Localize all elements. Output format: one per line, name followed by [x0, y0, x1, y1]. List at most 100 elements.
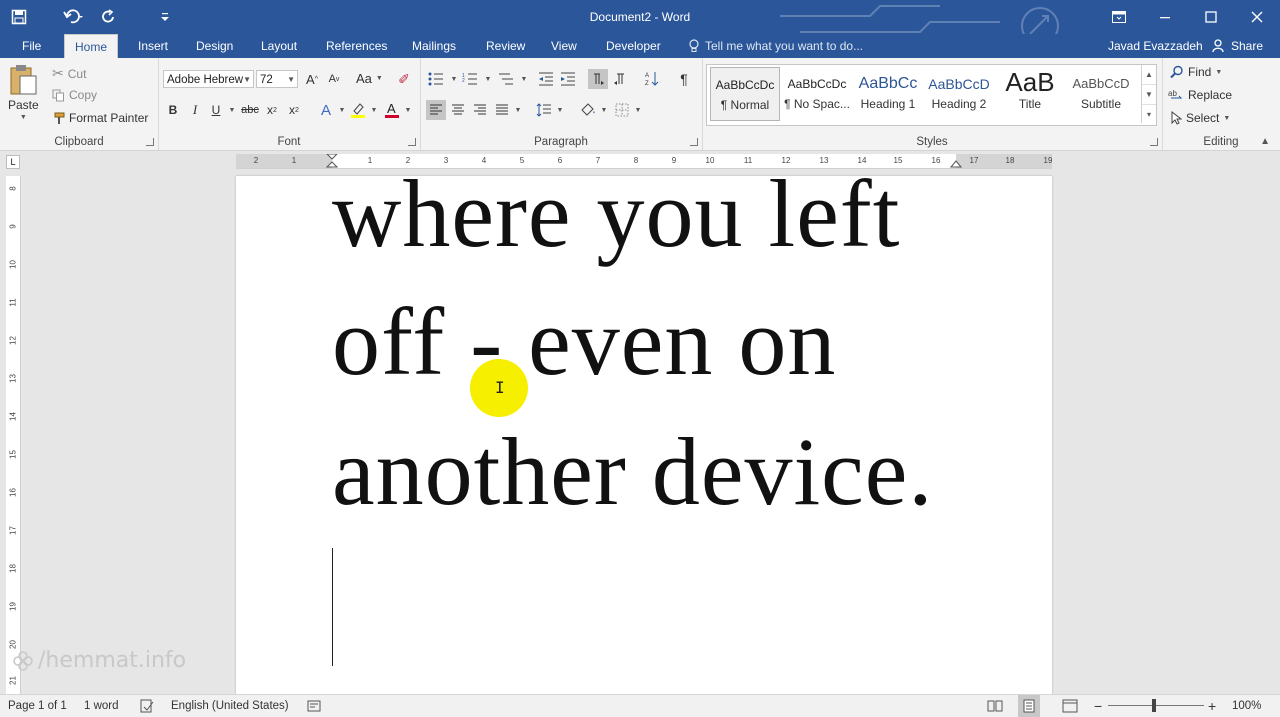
ribbon-display-options-icon[interactable]: [1096, 0, 1142, 34]
zoom-slider[interactable]: [1108, 705, 1204, 706]
align-left-icon[interactable]: [426, 100, 446, 120]
style-normal[interactable]: AaBbCcDc ¶ Normal: [710, 67, 780, 121]
macro-recording-icon[interactable]: [307, 695, 321, 717]
window-controls: [1096, 0, 1280, 34]
web-layout-icon[interactable]: [1062, 695, 1078, 717]
read-mode-icon[interactable]: [987, 695, 1003, 717]
subscript-icon[interactable]: x2: [262, 100, 282, 120]
zoom-slider-handle[interactable]: [1152, 699, 1156, 712]
language-indicator[interactable]: English (United States): [171, 695, 289, 717]
chevron-down-icon[interactable]: ▼: [478, 69, 498, 89]
italic-icon[interactable]: I: [185, 100, 205, 120]
indent-marker-icon[interactable]: [326, 154, 338, 168]
superscript-icon[interactable]: x2: [284, 100, 304, 120]
document-page[interactable]: where you left off - even on another dev…: [236, 176, 1052, 696]
collapse-ribbon-icon[interactable]: ▲: [1260, 136, 1270, 147]
tab-references[interactable]: References: [316, 34, 397, 58]
chevron-down-icon[interactable]: ▼: [514, 69, 534, 89]
paste-button[interactable]: Paste ▼: [8, 64, 39, 121]
zoom-level[interactable]: 100%: [1232, 695, 1261, 717]
style-preview: AaBbCcD: [1072, 76, 1130, 91]
font-family-combo[interactable]: Adobe Hebrew ▼: [163, 70, 254, 88]
ltr-direction-icon[interactable]: [588, 69, 608, 89]
chevron-down-icon[interactable]: ▼: [594, 100, 614, 120]
decrease-indent-icon[interactable]: [536, 69, 556, 89]
horizontal-ruler[interactable]: 2 1 1 2 3 4 5 6 7 8 9 10 11 12 13 14 15 …: [236, 154, 1052, 169]
style-heading-1[interactable]: AaBbCc Heading 1: [853, 67, 923, 121]
multilevel-list-icon[interactable]: [496, 69, 516, 89]
cut-button[interactable]: ✂ Cut: [52, 65, 86, 82]
chevron-down-icon[interactable]: ▼: [550, 100, 570, 120]
chevron-down-icon[interactable]: ▼: [364, 100, 384, 120]
chevron-down-icon: ▼: [287, 75, 295, 84]
tab-file[interactable]: File: [12, 34, 51, 58]
ibeam-cursor-icon: I: [495, 378, 505, 397]
style-title[interactable]: AaB Title: [995, 67, 1065, 121]
right-indent-marker-icon[interactable]: [950, 159, 962, 168]
style-preview: AaBbCcDc: [715, 78, 775, 92]
chevron-down-icon[interactable]: ▼: [398, 100, 418, 120]
paragraph-launcher-icon[interactable]: [690, 138, 698, 146]
tab-selector[interactable]: L: [6, 155, 20, 169]
replace-label: Replace: [1188, 88, 1233, 102]
select-button[interactable]: Select ▼: [1170, 111, 1230, 125]
share-button[interactable]: Share: [1212, 34, 1263, 58]
bullets-icon[interactable]: [426, 69, 446, 89]
align-center-icon[interactable]: [448, 100, 468, 120]
clear-formatting-icon[interactable]: ✐: [394, 69, 414, 89]
user-name[interactable]: Javad Evazzadeh: [1108, 34, 1203, 58]
more-styles-icon[interactable]: ▾: [1142, 105, 1156, 124]
chevron-down-icon[interactable]: ▼: [628, 100, 648, 120]
numbering-icon[interactable]: 12: [460, 69, 480, 89]
tab-mailings[interactable]: Mailings: [402, 34, 466, 58]
style-name: Heading 1: [860, 97, 916, 111]
replace-button[interactable]: ab Replace: [1168, 88, 1232, 102]
style-heading-2[interactable]: AaBbCcD Heading 2: [924, 67, 994, 121]
sort-icon[interactable]: AZ: [642, 69, 662, 89]
tell-me-box[interactable]: Tell me what you want to do...: [688, 34, 863, 58]
increase-indent-icon[interactable]: [558, 69, 578, 89]
show-formatting-icon[interactable]: ¶: [674, 69, 694, 89]
minimize-icon[interactable]: [1142, 0, 1188, 34]
style-preview: AaB: [1005, 67, 1055, 97]
print-layout-icon[interactable]: [1018, 695, 1040, 717]
proofing-icon[interactable]: [140, 695, 154, 717]
grow-font-icon[interactable]: A ^: [302, 69, 322, 89]
tab-review[interactable]: Review: [476, 34, 535, 58]
font-size-combo[interactable]: 72 ▼: [256, 70, 298, 88]
font-group: Adobe Hebrew ▼ 72 ▼ A ^ Av Aa ▼ ✐ B I U ▼…: [158, 58, 421, 150]
chevron-up-icon[interactable]: ▲: [1142, 65, 1156, 85]
chevron-down-icon[interactable]: ▼: [508, 100, 528, 120]
font-launcher-icon[interactable]: [408, 138, 416, 146]
person-icon: [1212, 39, 1224, 53]
style-subtitle[interactable]: AaBbCcD Subtitle: [1066, 67, 1136, 121]
chevron-down-icon[interactable]: ▼: [1142, 85, 1156, 105]
page-count[interactable]: Page 1 of 1: [8, 695, 67, 717]
tab-layout[interactable]: Layout: [251, 34, 307, 58]
styles-launcher-icon[interactable]: [1150, 138, 1158, 146]
align-right-icon[interactable]: [470, 100, 490, 120]
maximize-icon[interactable]: [1188, 0, 1234, 34]
zoom-in-icon[interactable]: +: [1208, 695, 1216, 717]
word-count[interactable]: 1 word: [84, 695, 119, 717]
vertical-ruler[interactable]: 8 9 10 11 12 13 14 15 16 17 18 19 20 21: [6, 176, 21, 696]
shrink-font-icon[interactable]: Av: [324, 69, 344, 89]
change-case-button[interactable]: Aa ▼: [356, 71, 383, 86]
close-icon[interactable]: [1234, 0, 1280, 34]
copy-button[interactable]: Copy: [52, 88, 97, 102]
tab-developer[interactable]: Developer: [596, 34, 671, 58]
style-no-spacing[interactable]: AaBbCcDc ¶ No Spac...: [782, 67, 852, 121]
tab-home[interactable]: Home: [64, 34, 119, 59]
zoom-out-icon[interactable]: −: [1094, 695, 1102, 717]
bold-icon[interactable]: B: [163, 100, 183, 120]
tab-design[interactable]: Design: [186, 34, 243, 58]
tab-insert[interactable]: Insert: [128, 34, 178, 58]
ruler-tick: 2: [253, 156, 259, 165]
rtl-direction-icon[interactable]: [610, 69, 630, 89]
strikethrough-icon[interactable]: abc: [240, 100, 260, 120]
clipboard-launcher-icon[interactable]: [146, 138, 154, 146]
tab-view[interactable]: View: [541, 34, 587, 58]
chevron-down-icon[interactable]: ▼: [222, 100, 242, 120]
find-button[interactable]: Find ▼: [1170, 65, 1222, 79]
format-painter-button[interactable]: Format Painter: [52, 111, 148, 125]
